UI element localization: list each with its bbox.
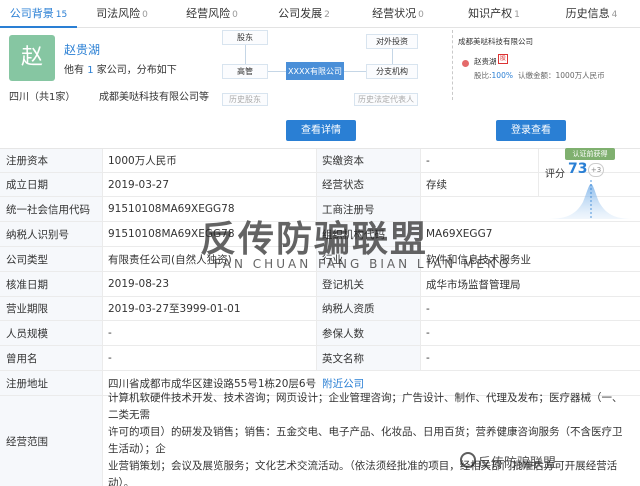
field-label: 英文名称	[316, 346, 420, 370]
score-delta: +3	[588, 163, 604, 177]
field-label: 统一社会信用代码	[0, 197, 102, 221]
field-value: 存续	[426, 179, 447, 191]
region-line: 四川（共1家） 成都美哒科技有限公司等	[9, 88, 209, 103]
diagram-center-company: XXXX有限公司	[286, 62, 344, 80]
diagram-connector	[392, 49, 393, 64]
relationship-diagram: 股东 对外投资 高管 XXXX有限公司 分支机构 历史股东 历史法定代表人	[222, 30, 418, 106]
watermark-cn: 反传防骗联盟	[200, 219, 429, 260]
score-badge: 认证前获得	[565, 148, 615, 160]
field-label: 登记机关	[316, 272, 420, 296]
field-label: 曾用名	[0, 346, 102, 370]
table-row: 营业期限 2019-03-27至3999-01-01 纳税人资质 -	[0, 297, 640, 321]
diagram-connector	[344, 71, 366, 72]
shareholder-tag: 股	[498, 54, 508, 64]
field-value: 2019-08-23	[108, 278, 170, 290]
field-value: 1000万人民币	[108, 155, 177, 167]
diagram-connector	[268, 71, 286, 72]
company-link[interactable]: 成都美哒科技有限公司等	[99, 88, 209, 103]
table-row: 曾用名 - 英文名称 -	[0, 346, 640, 371]
field-label: 人员规模	[0, 321, 102, 345]
connector-line	[452, 30, 453, 100]
table-row: 成立日期 2019-03-27 经营状态 存续	[0, 173, 640, 197]
field-value: 成华市场监督管理局	[426, 278, 521, 291]
section-tabs: 公司背景 15 司法风险 0 经营风险 0 公司发展 2 经营状况 0 知识产权 1 历史信…	[0, 0, 640, 28]
person-company-summary: 他有 1 家公司，分布如下	[64, 65, 177, 76]
field-value: 2019-03-27	[108, 178, 170, 191]
watermark-logo-icon	[460, 452, 476, 468]
diagram-shareholder: 股东	[222, 30, 268, 45]
tab-legal-risk[interactable]: 司法风险 0	[77, 0, 167, 28]
table-row: 注册资本 1000万人民币 实缴资本 -	[0, 149, 640, 173]
tab-company-background[interactable]: 公司背景 15	[0, 0, 77, 28]
avatar: 赵	[9, 35, 55, 81]
diagram-hist-shareholder: 历史股东	[222, 93, 268, 106]
score-value: 73	[568, 161, 588, 177]
diagram-connector	[245, 45, 246, 64]
person-name-link[interactable]: 赵贵湖	[64, 41, 100, 58]
watermark-en: FAN CHUAN FANG BIAN LIAN MENG	[214, 257, 512, 271]
field-value: 2019-03-27至3999-01-01	[108, 303, 241, 315]
table-row: 人员规模 - 参保人数 -	[0, 321, 640, 346]
diagram-hist-legal: 历史法定代表人	[354, 93, 418, 106]
tab-business-risk[interactable]: 经营风险 0	[167, 0, 257, 28]
score-distribution-chart	[545, 180, 635, 219]
equity-structure-card: 成都美哒科技有限公司 赵贵湖 股 股比:100% 认缴金额：1000万人民币	[446, 30, 634, 106]
equity-share: 股比:100%	[474, 71, 513, 80]
field-label: 营业期限	[0, 297, 102, 320]
equity-holder-name: 赵贵湖	[474, 57, 497, 66]
tab-history-info[interactable]: 历史信息 4	[543, 0, 640, 28]
field-value: -	[426, 352, 430, 364]
region-label: 四川（共1家）	[9, 92, 76, 103]
field-value: MA69XEGG7	[426, 228, 493, 240]
tab-company-development[interactable]: 公司发展 2	[257, 0, 351, 28]
field-label: 纳税人资质	[316, 297, 420, 320]
field-label: 核准日期	[0, 272, 102, 296]
field-label: 纳税人识别号	[0, 222, 102, 246]
business-info-table: 注册资本 1000万人民币 实缴资本 - 成立日期 2019-03-27 经营状…	[0, 148, 640, 486]
field-label: 实缴资本	[316, 149, 420, 172]
equity-company-name: 成都美哒科技有限公司	[458, 37, 533, 46]
nearby-companies-link[interactable]: 附近公司	[322, 376, 364, 391]
table-row-scope: 经营范围 计算机软硬件技术开发、技术咨询；网页设计；企业管理咨询；广告设计、制作…	[0, 392, 640, 486]
field-value: -	[108, 327, 112, 339]
field-label: 参保人数	[316, 321, 420, 345]
business-scope-value: 计算机软硬件技术开发、技术咨询；网页设计；企业管理咨询；广告设计、制作、代理及发…	[108, 392, 623, 486]
field-value: -	[108, 352, 112, 364]
watermark-small: 反传防骗联盟	[478, 456, 557, 471]
field-label: 经营状态	[316, 173, 420, 196]
field-value: -	[426, 327, 430, 339]
distribution-area	[545, 184, 635, 219]
tab-intellectual-property[interactable]: 知识产权 1	[445, 0, 543, 28]
field-label: 注册资本	[0, 149, 102, 172]
field-label: 注册地址	[0, 371, 102, 395]
tab-business-status[interactable]: 经营状况 0	[351, 0, 445, 28]
diagram-invest: 对外投资	[366, 34, 418, 49]
field-label: 经营范围	[0, 396, 102, 486]
diagram-exec: 高管	[222, 64, 268, 79]
person-dot-icon	[462, 60, 469, 67]
login-view-button[interactable]: 登录查看	[496, 120, 566, 141]
field-value: -	[426, 154, 430, 167]
field-value: -	[426, 302, 430, 315]
equity-capital: 认缴金额：1000万人民币	[518, 71, 605, 80]
view-details-button[interactable]: 查看详情	[286, 120, 356, 141]
field-label: 成立日期	[0, 173, 102, 196]
diagram-branch: 分支机构	[366, 64, 418, 79]
table-row: 核准日期 2019-08-23 登记机关 成华市场监督管理局	[0, 272, 640, 297]
field-label: 公司类型	[0, 247, 102, 271]
